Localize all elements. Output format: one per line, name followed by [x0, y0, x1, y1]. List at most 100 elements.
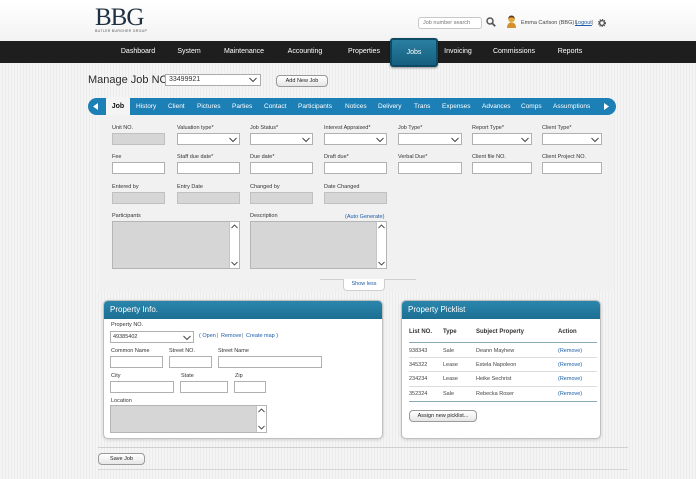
- job-status-select[interactable]: [250, 133, 313, 145]
- show-less-toggle[interactable]: Show less: [343, 279, 385, 291]
- nav-invoicing[interactable]: Invoicing: [438, 41, 478, 63]
- nav-accounting[interactable]: Accounting: [282, 41, 328, 63]
- verbal-due-label: Verbal Due*: [398, 154, 428, 160]
- staff-due-date-field[interactable]: [177, 162, 240, 174]
- scroll-up-icon[interactable]: [378, 224, 385, 229]
- changed-by-field: [250, 192, 313, 204]
- open-property-link[interactable]: ( Open: [199, 333, 216, 339]
- client-file-no-field[interactable]: [472, 162, 532, 174]
- tab-client[interactable]: Client: [168, 98, 185, 115]
- remove-row-link[interactable]: (Remove): [558, 348, 582, 354]
- tab-expenses[interactable]: Expenses: [442, 98, 471, 115]
- scrollbar[interactable]: [256, 406, 266, 432]
- street-name-field[interactable]: [218, 356, 322, 368]
- col-subject-property: Subject Property: [476, 329, 525, 335]
- tab-advances[interactable]: Advances: [482, 98, 511, 115]
- search-icon[interactable]: [486, 17, 496, 27]
- nav-maintenance[interactable]: Maintenance: [220, 41, 268, 63]
- date-changed-label: Date Changed: [324, 184, 360, 190]
- nav-reports[interactable]: Reports: [550, 41, 590, 63]
- state-field[interactable]: [180, 381, 228, 393]
- valuation-type-label: Valuation type*: [177, 125, 214, 131]
- tab-participants[interactable]: Participants: [298, 98, 332, 115]
- city-field[interactable]: [110, 381, 174, 393]
- tab-delivery[interactable]: Delivery: [378, 98, 401, 115]
- street-no-label: Street NO.: [169, 348, 195, 354]
- street-name-label: Street Name: [218, 348, 249, 354]
- nav-dashboard[interactable]: Dashboard: [112, 41, 164, 63]
- participants-textarea[interactable]: [112, 221, 240, 269]
- fee-label: Fee: [112, 154, 122, 160]
- nav-jobs-active[interactable]: Jobs: [390, 38, 438, 67]
- gear-icon[interactable]: [598, 19, 606, 27]
- remove-row-link[interactable]: (Remove): [558, 391, 582, 397]
- user-avatar-icon: [507, 15, 516, 28]
- client-type-select[interactable]: [542, 133, 602, 145]
- valuation-type-select[interactable]: [177, 133, 240, 145]
- job-number-search-input[interactable]: [418, 17, 482, 29]
- logout-link[interactable]: Logout: [575, 20, 592, 26]
- row-divider: [409, 371, 597, 372]
- chevron-down-icon: [249, 77, 257, 83]
- entered-by-field: [112, 192, 165, 204]
- job-type-select[interactable]: [398, 133, 462, 145]
- nav-commissions[interactable]: Commissions: [486, 41, 542, 63]
- scroll-down-icon[interactable]: [378, 261, 385, 266]
- due-date-field[interactable]: [250, 162, 313, 174]
- property-picklist-title: Property Picklist: [402, 301, 600, 319]
- report-type-label: Report Type*: [472, 125, 505, 131]
- staff-due-date-label: Staff due date*: [177, 154, 214, 160]
- type-cell: Lease: [443, 362, 458, 368]
- property-no-select[interactable]: 49385402: [110, 331, 194, 343]
- report-type-select[interactable]: [472, 133, 532, 145]
- create-map-link[interactable]: Create map ): [246, 333, 278, 339]
- remove-property-link[interactable]: Remove: [221, 333, 241, 339]
- nav-properties[interactable]: Properties: [343, 41, 385, 63]
- logo[interactable]: BBG: [95, 5, 144, 30]
- scrollbar[interactable]: [376, 222, 386, 268]
- scrollbar[interactable]: [229, 222, 239, 268]
- link-separator: |: [217, 333, 219, 339]
- scroll-down-icon[interactable]: [258, 425, 265, 430]
- property-no-label: Property NO.: [111, 322, 144, 328]
- client-project-no-label: Client Project NO.: [542, 154, 587, 160]
- nav-system[interactable]: System: [170, 41, 208, 63]
- auto-generate-link[interactable]: (Auto Generate): [345, 214, 384, 220]
- location-textarea[interactable]: [110, 405, 267, 433]
- tab-trans[interactable]: Trans: [414, 98, 430, 115]
- street-no-field[interactable]: [169, 356, 212, 368]
- type-cell: Lease: [443, 376, 458, 382]
- add-new-job-button[interactable]: Add New Job: [276, 75, 328, 87]
- tab-assumptions[interactable]: Assumptions: [553, 98, 590, 115]
- description-label: Description: [250, 213, 278, 219]
- chevron-down-icon: [521, 137, 529, 143]
- scroll-up-icon[interactable]: [231, 224, 238, 229]
- tab-comps[interactable]: Comps: [521, 98, 542, 115]
- scroll-up-icon[interactable]: [258, 408, 265, 413]
- scroll-left-icon[interactable]: [93, 103, 99, 110]
- scroll-right-icon[interactable]: [603, 103, 609, 110]
- tab-history[interactable]: History: [136, 98, 156, 115]
- subject-cell: Estela Napoleon: [476, 362, 517, 368]
- common-name-field[interactable]: [110, 356, 163, 368]
- remove-row-link[interactable]: (Remove): [558, 362, 582, 368]
- interest-appraised-select[interactable]: [324, 133, 387, 145]
- tab-contact[interactable]: Contact: [264, 98, 286, 115]
- scroll-down-icon[interactable]: [231, 261, 238, 266]
- remove-row-link[interactable]: (Remove): [558, 376, 582, 382]
- save-job-button[interactable]: Save Job: [98, 453, 145, 465]
- assign-new-picklist-button[interactable]: Assign new picklist...: [409, 410, 477, 422]
- verbal-due-field[interactable]: [398, 162, 462, 174]
- job-number-select[interactable]: 33499921: [165, 74, 261, 86]
- col-list-no: List NO.: [409, 329, 433, 335]
- tab-pictures[interactable]: Pictures: [197, 98, 220, 115]
- tab-job[interactable]: Job: [106, 97, 130, 116]
- draft-due-field[interactable]: [324, 162, 387, 174]
- fee-field[interactable]: [112, 162, 165, 174]
- zip-field[interactable]: [234, 381, 266, 393]
- client-type-label: Client Type*: [542, 125, 572, 131]
- tab-notices[interactable]: Notices: [345, 98, 367, 115]
- tab-parties[interactable]: Parties: [232, 98, 252, 115]
- description-textarea[interactable]: [250, 221, 387, 269]
- client-project-no-field[interactable]: [542, 162, 602, 174]
